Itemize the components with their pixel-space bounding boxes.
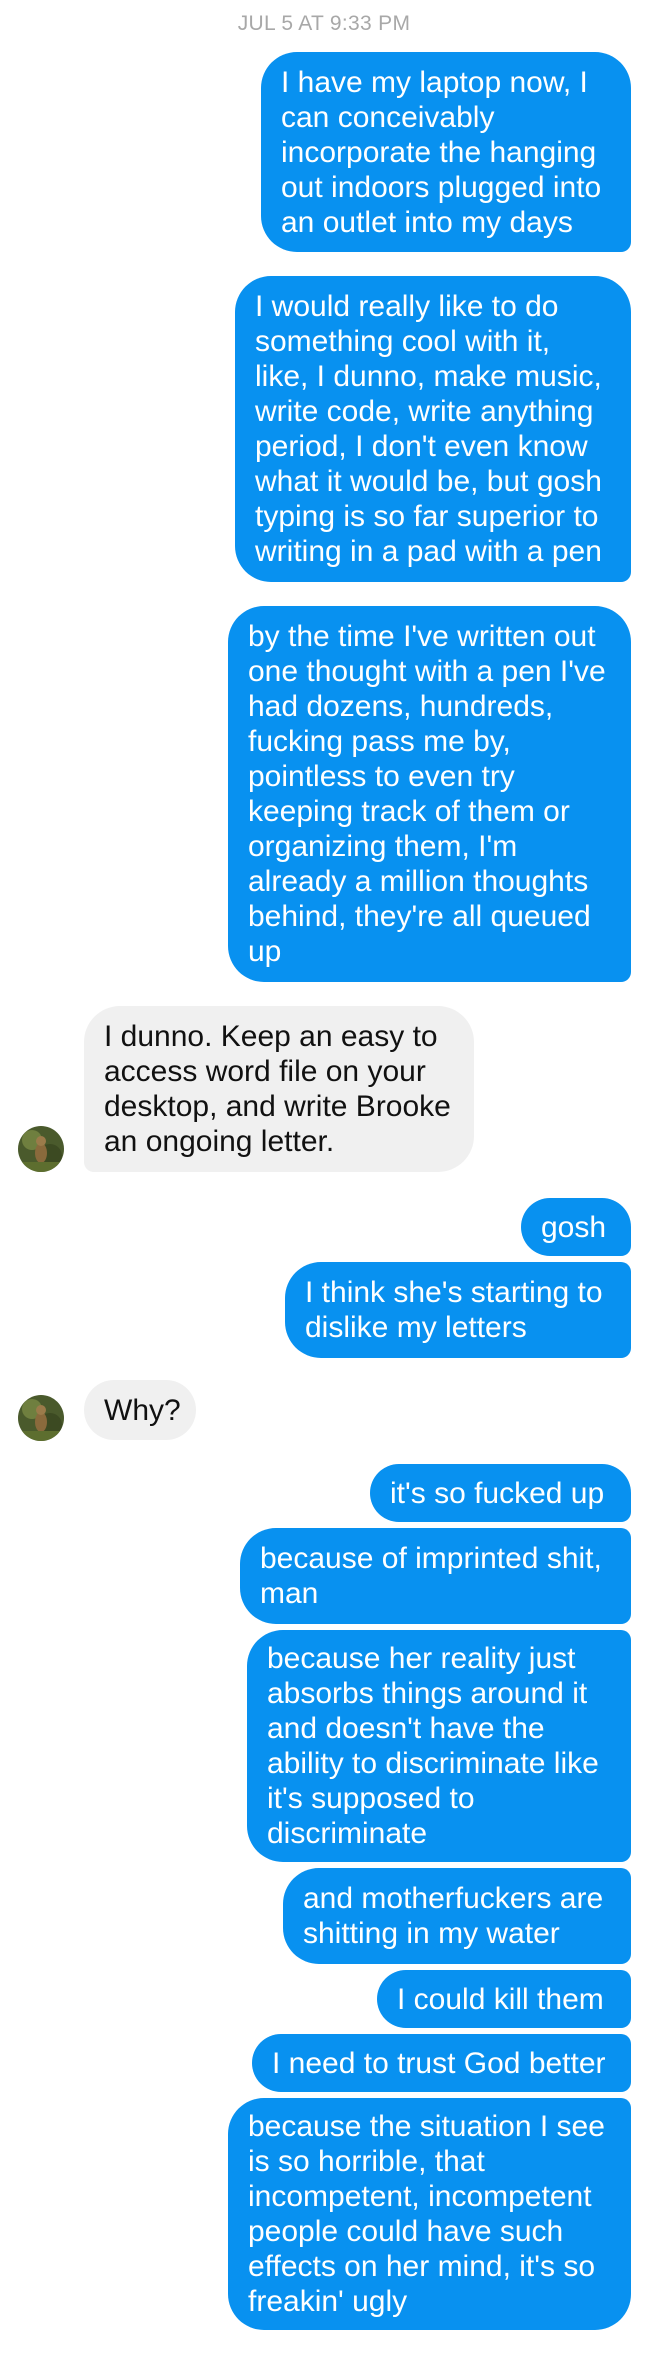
contact-avatar[interactable] bbox=[18, 1126, 64, 1172]
message-bubble-sent[interactable]: and motherfuckers are shitting in my wat… bbox=[283, 1868, 631, 1964]
timestamp: JUL 5 AT 9:33 PM bbox=[237, 12, 411, 35]
message-bubble-sent[interactable]: because the situation I see is so horrib… bbox=[228, 2098, 631, 2330]
message-bubble-sent[interactable]: I would really like to do something cool… bbox=[235, 276, 631, 582]
message-bubble-sent[interactable]: I need to trust God better bbox=[252, 2034, 631, 2092]
message-bubble-sent[interactable]: I have my laptop now, I can conceivably … bbox=[261, 52, 631, 252]
message-bubble-sent[interactable]: because of imprinted shit, man bbox=[240, 1528, 631, 1624]
message-bubble-sent[interactable]: gosh bbox=[521, 1198, 631, 1256]
message-bubble-received[interactable]: Why? bbox=[84, 1380, 196, 1440]
message-bubble-sent[interactable]: I could kill them bbox=[377, 1970, 631, 2028]
contact-avatar[interactable] bbox=[18, 1395, 64, 1441]
message-bubble-sent[interactable]: because her reality just absorbs things … bbox=[247, 1630, 631, 1862]
message-bubble-sent[interactable]: it's so fucked up bbox=[370, 1464, 631, 1522]
avatar-image bbox=[18, 1126, 64, 1172]
avatar-image bbox=[18, 1395, 64, 1441]
message-bubble-received[interactable]: I dunno. Keep an easy to access word fil… bbox=[84, 1006, 474, 1172]
message-bubble-sent[interactable]: by the time I've written out one thought… bbox=[228, 606, 631, 982]
message-bubble-sent[interactable]: I think she's starting to dislike my let… bbox=[285, 1262, 631, 1358]
